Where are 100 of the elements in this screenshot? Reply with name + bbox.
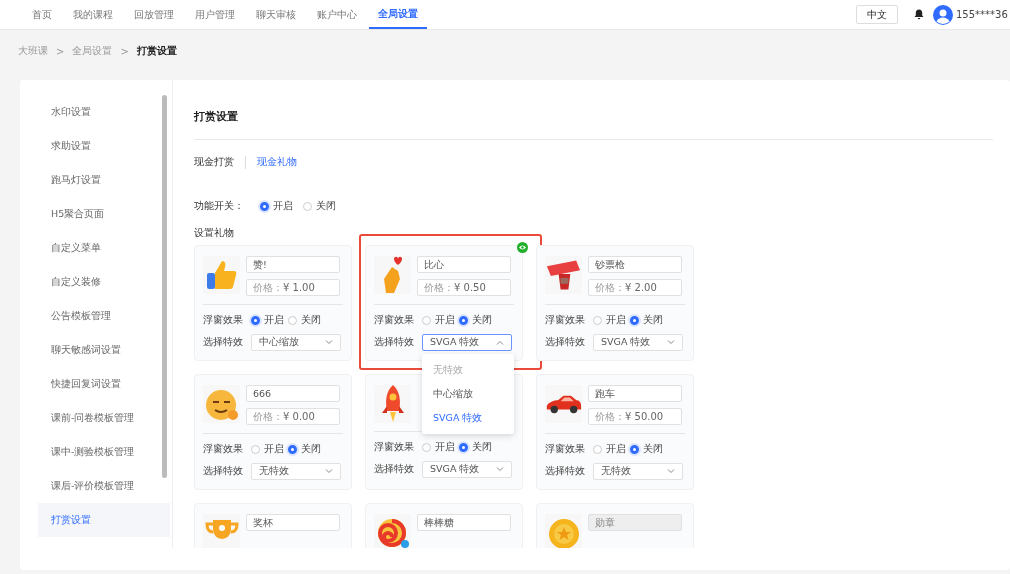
- breadcrumb-separator: >: [56, 45, 65, 57]
- radio-button[interactable]: [459, 442, 468, 452]
- radio-label: 关闭: [643, 313, 663, 327]
- sidebar-item[interactable]: 打赏设置: [38, 503, 170, 537]
- price-field[interactable]: 价格：¥ 50.00: [588, 408, 682, 425]
- lollipop-icon: [375, 517, 410, 548]
- thumbs-up-icon: [204, 258, 239, 292]
- breadcrumb-item: 打赏设置: [136, 44, 177, 58]
- effect-label: 选择特效: [203, 335, 244, 349]
- gift-name-field[interactable]: 奖杯: [246, 514, 340, 531]
- radio-button[interactable]: [422, 315, 431, 325]
- gift-name-field[interactable]: 棒棒糖: [417, 514, 511, 531]
- float-effect-label: 浮窗效果: [545, 442, 586, 456]
- sidebar-item[interactable]: 公告模板管理: [38, 299, 170, 333]
- breadcrumb-separator: >: [120, 45, 129, 57]
- chevron-icon: [496, 339, 504, 345]
- gift-name-field[interactable]: 跑车: [588, 385, 682, 402]
- float-effect-label: 浮窗效果: [374, 313, 415, 327]
- nav-tab[interactable]: 用户管理: [186, 0, 244, 29]
- bell-icon[interactable]: [914, 9, 924, 20]
- sidebar-item[interactable]: 课前-问卷模板管理: [38, 401, 170, 435]
- dropdown-option[interactable]: SVGA 特效: [422, 406, 514, 430]
- radio-button[interactable]: [593, 444, 602, 454]
- gift-name-field[interactable]: 666: [246, 385, 340, 402]
- section-title: 打赏设置: [194, 109, 993, 140]
- radio-label: 开启: [435, 440, 455, 454]
- radio-label: 关闭: [643, 442, 663, 456]
- sidebar-item[interactable]: 课后-评价模板管理: [38, 469, 170, 503]
- float-effect-label: 浮窗效果: [203, 442, 244, 456]
- gift-name-field[interactable]: 钞票枪: [588, 256, 682, 273]
- float-effect-label: 浮窗效果: [203, 313, 244, 327]
- price-field[interactable]: 价格：¥ 1.00: [246, 279, 340, 296]
- sidebar-item[interactable]: 快捷回复词设置: [38, 367, 170, 401]
- radio-button[interactable]: [630, 444, 639, 454]
- chevron-icon: [667, 468, 675, 474]
- effect-label: 选择特效: [374, 462, 415, 476]
- sidebar-item[interactable]: 水印设置: [38, 95, 170, 129]
- banner-icon: [545, 258, 582, 292]
- radio-button[interactable]: [422, 442, 431, 452]
- price-field[interactable]: 价格：¥ 0.00: [246, 408, 340, 425]
- radio-label: 关闭: [472, 440, 492, 454]
- dropdown-option[interactable]: 中心缩放: [422, 382, 514, 406]
- radio-button[interactable]: [251, 444, 260, 454]
- radio-button[interactable]: [260, 202, 269, 211]
- sidebar-item[interactable]: 聊天敏感词设置: [38, 333, 170, 367]
- radio-button[interactable]: [630, 315, 639, 325]
- nav-tab[interactable]: 首页: [23, 0, 61, 29]
- effect-label: 选择特效: [545, 464, 586, 478]
- sidebar-item[interactable]: 跑马灯设置: [38, 163, 170, 197]
- language-button[interactable]: 中文: [856, 5, 898, 24]
- radio-label: 关闭: [301, 442, 321, 456]
- switch-label: 功能开关：: [194, 200, 244, 213]
- gift-name-field[interactable]: 赞!: [246, 256, 340, 273]
- radio-button[interactable]: [288, 315, 297, 325]
- eye-icon[interactable]: [517, 242, 528, 253]
- sub-tab[interactable]: 现金礼物: [245, 155, 308, 169]
- radio-button[interactable]: [593, 315, 602, 325]
- effect-select[interactable]: 无特效: [593, 462, 683, 480]
- effect-select[interactable]: 中心缩放: [251, 333, 341, 351]
- sidebar-item[interactable]: 自定义装修: [38, 265, 170, 299]
- radio-button[interactable]: [251, 315, 260, 325]
- radio-label: 开启: [273, 200, 293, 213]
- price-field[interactable]: 价格：¥ 2.00: [588, 279, 682, 296]
- radio-label: 关闭: [301, 313, 321, 327]
- chevron-icon: [325, 339, 333, 345]
- radio-label: 开启: [264, 442, 284, 456]
- effect-select[interactable]: 无特效: [251, 462, 341, 480]
- radio-label: 关闭: [316, 200, 336, 213]
- sidebar-item[interactable]: 求助设置: [38, 129, 170, 163]
- sidebar-item[interactable]: H5聚合页面: [38, 197, 170, 231]
- radio-label: 开启: [435, 313, 455, 327]
- sidebar-item[interactable]: 自定义菜单: [38, 231, 170, 265]
- nav-tab[interactable]: 我的课程: [64, 0, 122, 29]
- chevron-icon: [496, 466, 504, 472]
- radio-label: 关闭: [472, 313, 492, 327]
- float-effect-label: 浮窗效果: [545, 313, 586, 327]
- radio-button[interactable]: [459, 315, 468, 325]
- nav-tab[interactable]: 回放管理: [125, 0, 183, 29]
- sidebar-item[interactable]: 课中-测验模板管理: [38, 435, 170, 469]
- sub-tab[interactable]: 现金打赏: [194, 155, 245, 169]
- radio-button[interactable]: [288, 444, 297, 454]
- effect-select[interactable]: SVGA 特效: [593, 333, 683, 351]
- scrollbar-thumb[interactable]: [162, 95, 167, 478]
- gift-name-field[interactable]: 比心: [417, 256, 511, 273]
- gifts-label: 设置礼物: [194, 227, 235, 240]
- radio-label: 开启: [264, 313, 284, 327]
- price-field[interactable]: 价格：¥ 0.50: [417, 279, 511, 296]
- chevron-icon: [325, 468, 333, 474]
- nav-tab[interactable]: 聊天审核: [247, 0, 305, 29]
- effect-select[interactable]: SVGA 特效: [422, 460, 512, 478]
- effect-select[interactable]: SVGA 特效: [422, 333, 512, 351]
- effect-label: 选择特效: [545, 335, 586, 349]
- radio-label: 开启: [606, 442, 626, 456]
- avatar-icon[interactable]: [933, 4, 953, 25]
- radio-label: 开启: [606, 313, 626, 327]
- nav-tab[interactable]: 账户中心: [308, 0, 366, 29]
- effect-label: 选择特效: [203, 464, 244, 478]
- user-phone: 155****36: [956, 9, 1009, 20]
- nav-tab[interactable]: 全局设置: [369, 0, 427, 29]
- radio-button[interactable]: [303, 202, 312, 211]
